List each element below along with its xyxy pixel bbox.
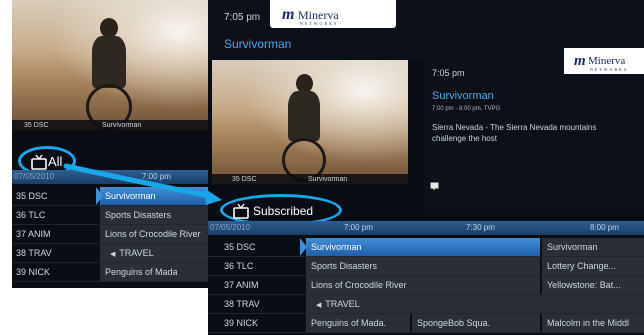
callout-arrow [63,163,222,205]
